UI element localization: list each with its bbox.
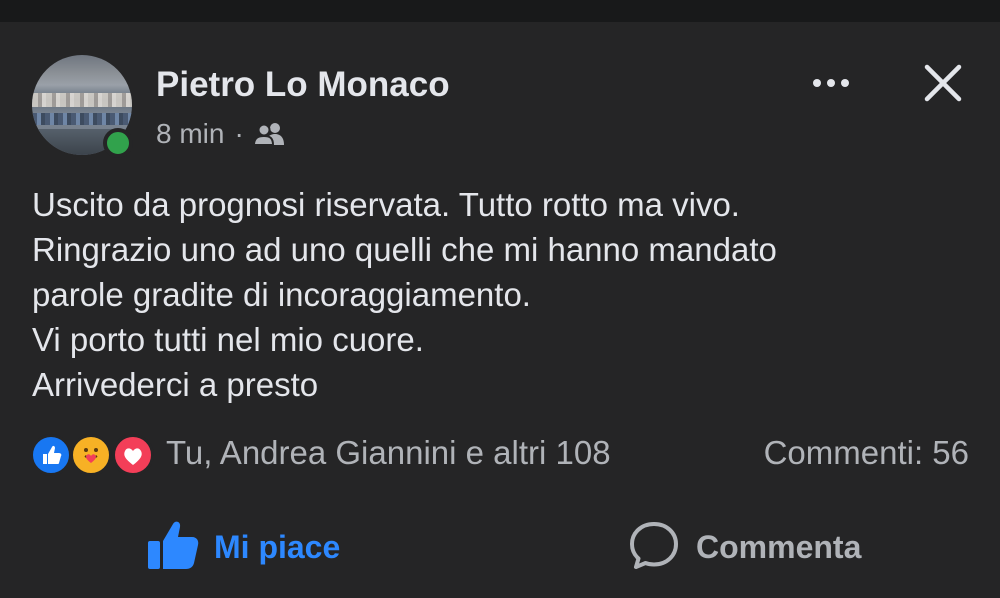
post-text-line: Arrivederci a presto xyxy=(32,366,319,403)
post-text-line: Uscito da prognosi riservata. Tutto rott… xyxy=(32,186,740,223)
like-button[interactable]: Mi piace xyxy=(146,512,340,582)
comments-count[interactable]: Commenti: 56 xyxy=(764,434,969,472)
love-reaction-icon xyxy=(112,434,154,476)
online-status-icon xyxy=(103,128,133,158)
reaction-icons[interactable] xyxy=(30,434,160,476)
reactions-row: Tu, Andrea Giannini e altri 108 Commenti… xyxy=(30,432,975,478)
comment-label: Commenta xyxy=(696,528,862,565)
post-meta: 8 min · xyxy=(156,117,286,151)
more-options-icon[interactable] xyxy=(806,68,856,98)
close-icon[interactable] xyxy=(920,60,966,106)
comment-bubble-icon xyxy=(628,520,680,575)
post-text-line: Ringrazio uno ad uno quelli che mi hanno… xyxy=(32,231,777,268)
meta-separator: · xyxy=(234,118,244,149)
thumbs-up-icon xyxy=(146,519,200,576)
post-card: Pietro Lo Monaco 8 min · Uscito da progn… xyxy=(0,22,1000,598)
like-reaction-icon xyxy=(30,434,72,476)
like-label: Mi piace xyxy=(214,528,341,565)
post-text: Uscito da prognosi riservata. Tutto rott… xyxy=(32,182,972,407)
post-text-line: Vi porto tutti nel mio cuore. xyxy=(32,321,424,358)
friends-icon[interactable] xyxy=(253,122,286,146)
post-text-line: parole gradite di incoraggiamento. xyxy=(32,276,531,313)
post-time[interactable]: 8 min xyxy=(156,118,224,150)
action-bar: Mi piace Commenta xyxy=(0,512,1000,582)
top-divider xyxy=(0,0,1000,22)
comment-button[interactable]: Commenta xyxy=(628,512,861,582)
care-reaction-icon xyxy=(70,434,112,476)
reactions-summary[interactable]: Tu, Andrea Giannini e altri 108 xyxy=(166,434,611,472)
author-name[interactable]: Pietro Lo Monaco xyxy=(156,65,450,105)
